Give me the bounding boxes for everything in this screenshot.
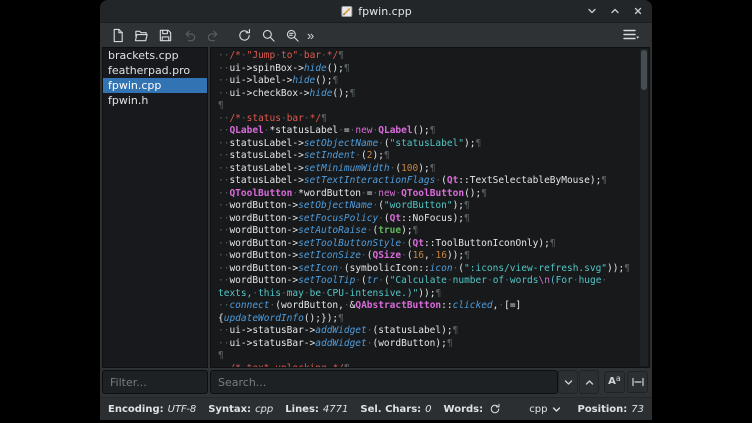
find-previous-button[interactable]: [579, 370, 599, 394]
window-title-text: fpwin.cpp: [358, 5, 411, 18]
code-line: {updateWordInfo();});¶: [218, 313, 640, 326]
code-line: ··connect·(wordButton,·&QAbstractButton:…: [218, 300, 640, 313]
position-value: 73: [631, 404, 644, 415]
featherpad-window: fpwin.cpp »: [100, 0, 652, 420]
search-icon: [261, 28, 276, 43]
toolbar: »: [100, 23, 652, 47]
word-count-refresh-button[interactable]: [487, 401, 503, 417]
code-line: ··/*·status·bar·*/¶: [218, 113, 640, 126]
editor-scrollbar[interactable]: [640, 49, 648, 366]
editor[interactable]: ··/*·"Jump·to"·bar·*/¶··ui->spinBox->hid…: [210, 47, 650, 368]
syntax-combobox-value: cpp: [529, 404, 547, 415]
file-item[interactable]: brackets.cpp: [103, 48, 207, 63]
code-line: ··statusLabel->setTextInteractionFlags·(…: [218, 175, 640, 188]
reload-icon: [237, 28, 252, 43]
file-item[interactable]: featherpad.pro: [103, 63, 207, 78]
redo-button[interactable]: [202, 25, 224, 46]
status-position: Position: 73: [577, 404, 644, 415]
search-button[interactable]: [257, 25, 279, 46]
position-label: Position:: [577, 404, 627, 415]
new-file-icon: [110, 28, 125, 43]
save-file-icon: [158, 28, 173, 43]
undo-button[interactable]: [178, 25, 200, 46]
match-case-button[interactable]: Aa: [604, 371, 625, 393]
filter-input[interactable]: [102, 370, 208, 394]
code-line: ··wordButton->setFocusPolicy·(Qt::NoFocu…: [218, 213, 640, 226]
window-controls: [582, 0, 647, 22]
combobox-arrow-icon: [552, 405, 561, 414]
code-line: ··/*·"Jump·to"·bar·*/¶: [218, 50, 640, 63]
file-list[interactable]: brackets.cppfeatherpad.profpwin.cppfpwin…: [102, 47, 208, 368]
status-right: cpp Position: 73: [529, 404, 644, 415]
search-input[interactable]: [210, 370, 558, 394]
file-item[interactable]: fpwin.cpp: [103, 78, 207, 93]
titlebar[interactable]: fpwin.cpp: [100, 0, 652, 23]
whole-word-icon: [631, 376, 645, 388]
code-line: ··ui->statusBar->addWidget·(statusLabel)…: [218, 325, 640, 338]
statusbar: Encoding:UTF-8 Syntax:cpp Lines:4771 Sel. C…: [100, 397, 652, 420]
maximize-icon: [610, 6, 620, 16]
maximize-button[interactable]: [605, 2, 624, 20]
toolbar-overflow-button[interactable]: »: [303, 25, 318, 46]
status-segments: Encoding:UTF-8 Syntax:cpp Lines:4771 Sel. C…: [108, 401, 515, 417]
status-segment: Sel. Chars:0: [360, 404, 431, 415]
chevron-down-icon: [563, 377, 574, 388]
match-case-icon: A: [608, 377, 616, 387]
code-line: ¶: [218, 100, 640, 113]
chevron-up-icon: [584, 377, 595, 388]
code-line: ··wordButton->setObjectName·("wordButton…: [218, 200, 640, 213]
open-file-icon: [134, 28, 149, 43]
featherpad-app-icon: [340, 5, 353, 18]
code-line: ··wordButton->setToolButtonStyle·(Qt::To…: [218, 238, 640, 251]
code-line: ··QLabel·*statusLabel·=·new·QLabel();¶: [218, 125, 640, 138]
scrollbar-thumb[interactable]: [641, 50, 647, 90]
code-line: ··ui->statusBar->addWidget·(wordButton);…: [218, 338, 640, 351]
new-file-button[interactable]: [106, 25, 128, 46]
menu-button[interactable]: [616, 25, 646, 46]
code-line: ··ui->spinBox->hide();¶: [218, 63, 640, 76]
status-segment: Lines:4771: [285, 404, 348, 415]
save-file-button[interactable]: [154, 25, 176, 46]
code-line: ··statusLabel->setMinimumWidth·(100);¶: [218, 163, 640, 176]
toolbar-buttons: [106, 25, 303, 46]
syntax-combobox[interactable]: cpp: [529, 404, 561, 415]
code-line: ··statusLabel->setObjectName·("statusLab…: [218, 138, 640, 151]
status-segment: Encoding:UTF-8: [108, 404, 196, 415]
code-line: ··ui->label->hide();¶: [218, 75, 640, 88]
code-line: ··statusLabel->setIndent·(2);¶: [218, 150, 640, 163]
code-line: ··wordButton->setIconSize·(QSize·(16,·16…: [218, 250, 640, 263]
file-item[interactable]: fpwin.h: [103, 93, 207, 108]
reload-button[interactable]: [233, 25, 255, 46]
refresh-icon: [489, 403, 501, 415]
code-line: ··/*·text·unlocking·*/¶: [218, 363, 640, 368]
code-line: ··wordButton->setIcon·(symbolicIcon::ico…: [218, 263, 640, 276]
find-replace-icon: [285, 28, 300, 43]
code-line: ··wordButton->setToolTip·(tr·("Calculate…: [218, 275, 640, 288]
status-segment: Syntax:cpp: [208, 404, 273, 415]
redo-icon: [206, 28, 221, 43]
desktop-background: fpwin.cpp »: [0, 0, 752, 423]
find-replace-button[interactable]: [281, 25, 303, 46]
close-button[interactable]: [628, 2, 647, 20]
open-file-button[interactable]: [130, 25, 152, 46]
status-segment: Words:: [444, 401, 504, 417]
hamburger-menu-icon: [622, 28, 640, 42]
code-line: ··ui->checkBox->hide();¶: [218, 88, 640, 101]
find-next-button[interactable]: [558, 370, 578, 394]
code-line: ··QToolButton·*wordButton·=·new·QToolBut…: [218, 188, 640, 201]
code-line: ¶: [218, 350, 640, 363]
undo-icon: [182, 28, 197, 43]
window-title: fpwin.cpp: [340, 0, 411, 22]
minimize-button[interactable]: [582, 2, 601, 20]
whole-word-button[interactable]: [627, 371, 648, 393]
code-line: ··wordButton->setAutoRaise·(true);¶: [218, 225, 640, 238]
code-line: texts,·this·may·be·CPU-intensive.)"));¶: [218, 288, 640, 301]
minimize-icon: [587, 6, 597, 16]
close-icon: [633, 6, 643, 16]
code-lines: ··/*·"Jump·to"·bar·*/¶··ui->spinBox->hid…: [211, 48, 640, 367]
